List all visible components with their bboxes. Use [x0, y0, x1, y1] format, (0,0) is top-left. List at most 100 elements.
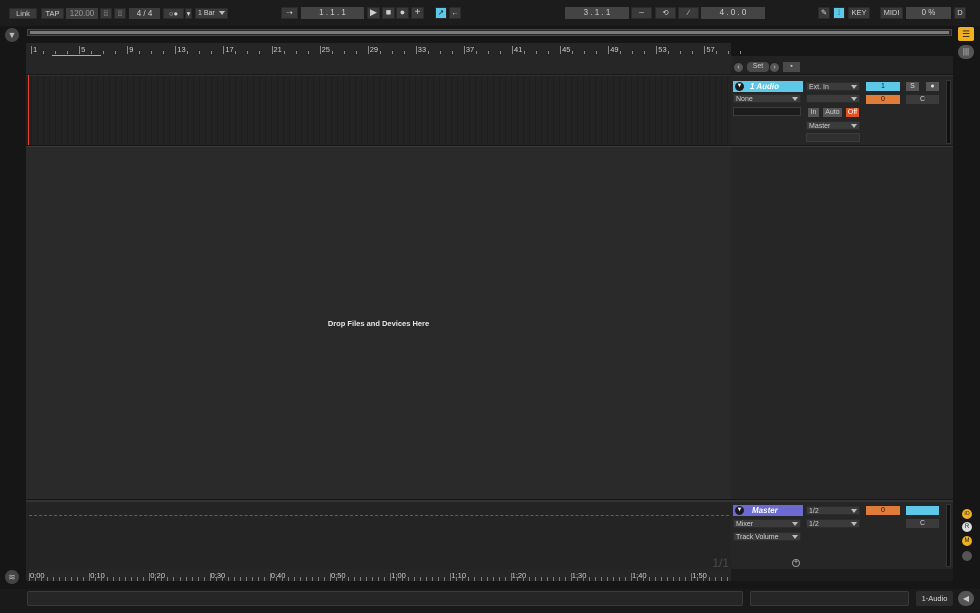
automation-arm-icon[interactable]: ↗ — [435, 7, 447, 19]
master-fold-icon[interactable]: ▼ — [735, 506, 744, 515]
record-button[interactable]: ● — [396, 7, 409, 19]
follow-icon[interactable]: ⇢ — [281, 7, 298, 19]
view-toggle-icon[interactable]: ☰ — [958, 27, 974, 41]
returns-toggle-icon[interactable]: R — [962, 522, 972, 532]
time-subtick — [119, 577, 121, 581]
loop-start-field[interactable]: 3 . 1 . 1 — [565, 7, 629, 19]
master-pan-field[interactable]: C — [906, 519, 939, 528]
session-view-icon[interactable]: ||| — [958, 45, 974, 59]
time-signature-field[interactable]: 4 / 4 — [129, 8, 160, 19]
tempo-field[interactable]: 120.00 — [66, 8, 98, 19]
nudge-down-icon[interactable]: ⁞⁞ — [114, 8, 126, 19]
master-input-select[interactable]: 1/2 — [806, 506, 860, 515]
track-activator-button[interactable]: 1 — [866, 82, 900, 91]
overdub-button[interactable]: + — [411, 7, 424, 19]
ruler-lower-strip — [26, 56, 731, 74]
midi-map-button[interactable]: MIDI — [880, 7, 903, 19]
time-subtick — [462, 577, 464, 581]
play-button[interactable]: ▶ — [367, 7, 380, 19]
monitor-auto-button[interactable]: Auto — [823, 108, 842, 117]
browser-toggle-icon[interactable]: ▼ — [5, 28, 19, 42]
track-pan-field[interactable]: C — [906, 95, 939, 104]
beat-tick — [391, 51, 393, 54]
beat-tick — [632, 51, 634, 54]
add-lane-icon[interactable]: + — [792, 559, 800, 567]
beat-tick — [644, 51, 646, 54]
song-position-field[interactable]: 1 . 1 . 1 — [301, 7, 364, 19]
time-subtick — [251, 577, 253, 581]
arm-button[interactable]: ● — [926, 82, 939, 91]
time-subtick — [582, 577, 584, 581]
audio-track-lane[interactable] — [26, 75, 731, 145]
drop-area[interactable]: Drop Files and Devices Here — [26, 146, 731, 499]
beat-tick — [439, 51, 441, 54]
track-volume-field[interactable]: 0 — [866, 95, 900, 104]
set-forward-icon[interactable]: › — [770, 63, 779, 72]
punch-out-icon[interactable]: ⁄ — [678, 7, 699, 19]
time-subtick — [348, 577, 350, 581]
quantize-select[interactable]: 1 Bar — [195, 8, 228, 19]
crossfader-toggle-icon[interactable] — [962, 551, 972, 561]
track-name: 1 Audio — [750, 82, 780, 91]
time-subtick — [522, 577, 524, 581]
back-to-arrangement-icon[interactable]: ← — [449, 7, 461, 19]
track-comment-field[interactable] — [733, 107, 801, 116]
master-output-select[interactable]: 1/2 — [806, 519, 860, 528]
audio-track-title-bar[interactable]: ▼ 1 Audio — [733, 81, 803, 92]
metronome-icon[interactable]: ○● — [163, 8, 184, 19]
master-title-bar[interactable]: ▼ Master — [733, 505, 803, 516]
beat-tick — [199, 51, 201, 54]
link-button[interactable]: Link — [9, 8, 37, 19]
param-select[interactable]: Track Volume — [733, 532, 801, 541]
stop-button[interactable]: ■ — [382, 7, 395, 19]
draw-mode-icon[interactable]: ✎ — [818, 7, 830, 19]
time-subtick — [546, 577, 548, 581]
groove-icon[interactable]: ≋ — [5, 570, 19, 584]
key-map-button[interactable]: KEY — [848, 7, 870, 19]
lock-icon[interactable]: ▪ — [783, 62, 800, 72]
input-channel-select[interactable] — [806, 94, 860, 103]
monitor-in-button[interactable]: In — [808, 108, 819, 117]
time-subtick — [727, 577, 729, 581]
master-volume-field[interactable]: 0 — [866, 506, 900, 515]
time-subtick — [53, 577, 55, 581]
master-track-lane[interactable]: 1/1 — [26, 500, 731, 570]
nudge-icon[interactable]: ⁞⁞ — [100, 8, 112, 19]
output-type-select[interactable]: Master — [806, 121, 860, 130]
tap-button[interactable]: TAP — [41, 8, 64, 19]
set-button[interactable]: Set — [747, 62, 769, 72]
io-toggle-icon[interactable]: IO — [962, 509, 972, 519]
fold-icon[interactable]: ▼ — [735, 82, 744, 91]
bar-tick — [367, 46, 369, 54]
beat-tick — [283, 51, 285, 54]
monitor-off-button[interactable]: Off — [846, 108, 859, 117]
drop-area-side — [731, 146, 953, 499]
beat-tick — [55, 51, 57, 54]
metronome-menu-icon[interactable]: ▾ — [185, 8, 192, 19]
solo-button[interactable]: S — [906, 82, 919, 91]
clip-type-select[interactable]: None — [733, 94, 801, 103]
output-channel-field[interactable] — [806, 133, 860, 142]
bar-label: 29 — [369, 45, 379, 54]
device-select[interactable]: Mixer — [733, 519, 801, 528]
set-back-icon[interactable]: ‹ — [734, 63, 743, 72]
time-subtick — [221, 577, 223, 581]
loop-length-field[interactable]: 4 . 0 . 0 — [701, 7, 765, 19]
detail-view-toggle-icon[interactable]: ◀ — [958, 591, 974, 606]
time-ruler[interactable]: 0:00 0:10 0:20 0:30 0:40 0:50 1:00 1:10 1:20 1:30… — [26, 569, 747, 581]
time-label: 1:20 — [511, 571, 527, 580]
mixer-toggle-icon[interactable]: M — [962, 536, 972, 546]
beat-tick — [331, 51, 333, 54]
punch-in-icon[interactable]: ∼ — [631, 7, 652, 19]
bar-label: 17 — [225, 45, 234, 54]
input-type-select[interactable]: Ext. In — [806, 82, 860, 91]
overview-bar[interactable] — [27, 29, 952, 36]
loop-icon[interactable]: ⟲ — [655, 7, 676, 19]
time-subtick — [197, 577, 199, 581]
selected-track-label[interactable]: 1-Audio — [916, 591, 953, 606]
time-subtick — [59, 577, 61, 581]
master-cue-field[interactable] — [906, 506, 939, 515]
computer-keyboard-icon[interactable]: ⁞ — [833, 7, 845, 19]
bar-ruler[interactable]: 1 5 9 13 17 21 25 29 33 37 41 45 49 53 57 — [26, 43, 742, 56]
time-subtick — [558, 577, 560, 581]
